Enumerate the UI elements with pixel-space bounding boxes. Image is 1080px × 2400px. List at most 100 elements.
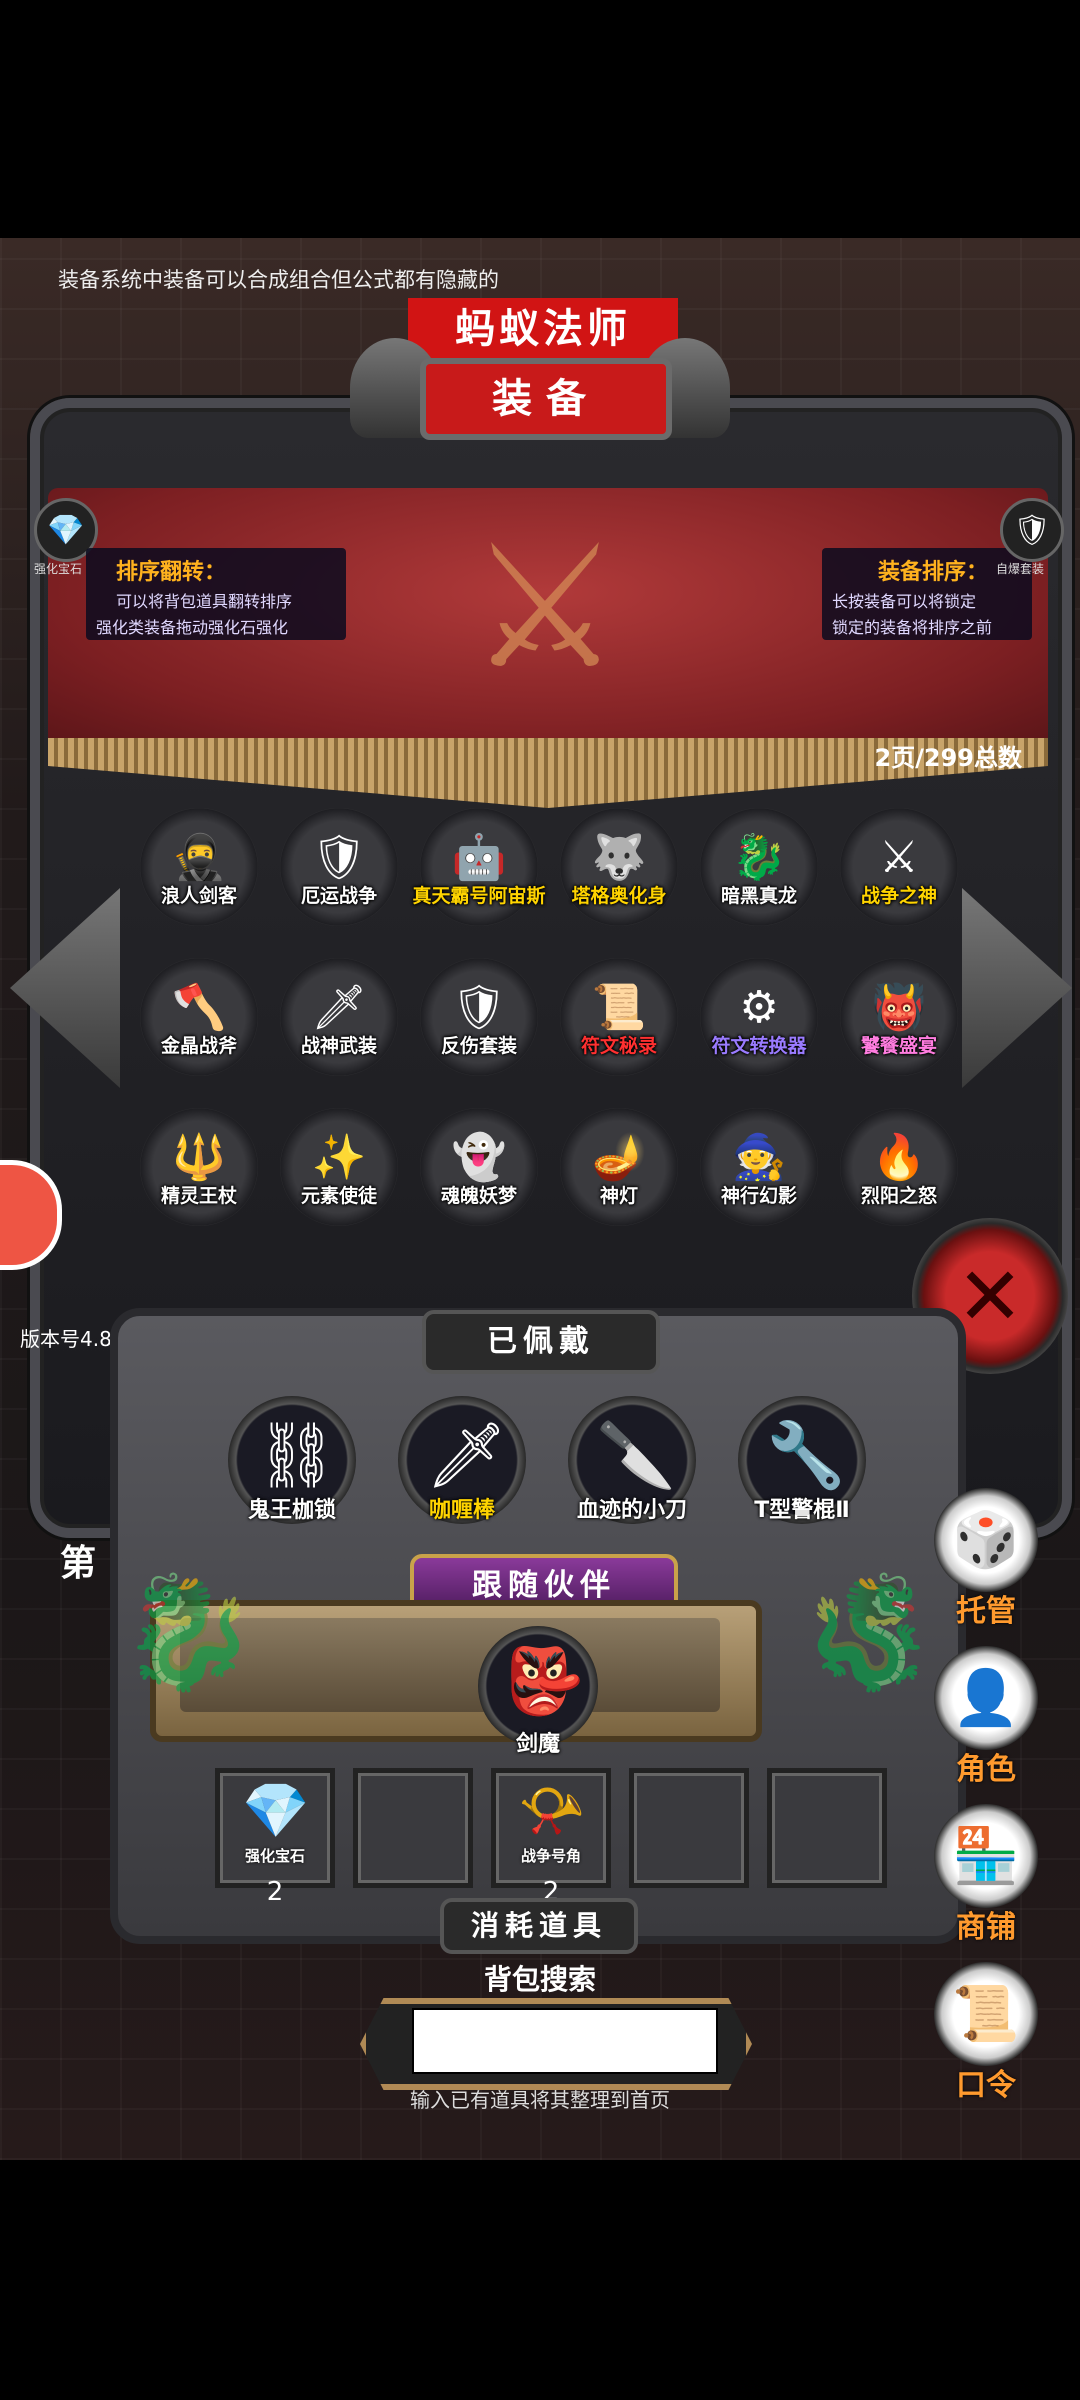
panel-title: 装备: [420, 358, 672, 440]
equipment-icon: 👻: [451, 1132, 507, 1183]
equipped-label: 咖喱棒: [428, 1498, 495, 1523]
equipped-icon: 🗡: [426, 1419, 508, 1493]
equipment-icon: 🐉: [731, 832, 787, 883]
side-button-character[interactable]: 👤 角色: [934, 1646, 1038, 1788]
equipment-slot[interactable]: 🔱 精灵王杖: [140, 1108, 258, 1226]
dice-icon: 🎲: [934, 1488, 1038, 1592]
equip-sort-line2: 锁定的装备将排序之前: [832, 618, 993, 637]
bag-slot[interactable]: [353, 1768, 473, 1888]
side-button-shop[interactable]: 🏪 商铺: [934, 1804, 1038, 1946]
character-icon: 👤: [934, 1646, 1038, 1750]
bag-row: 💎 强化宝石 2 📯 战争号角 2: [215, 1768, 895, 1918]
equipped-icon: 🔧: [766, 1419, 846, 1493]
game-scene: 装备系统中装备可以合成组合但公式都有隐藏的 ⚔ 💎 强化宝石 排序翻转： 可以将…: [0, 238, 1080, 2160]
equipment-slot[interactable]: 🛡 厄运战争: [280, 808, 398, 926]
equipment-slot[interactable]: 🛡 反伤套装: [420, 958, 538, 1076]
title-plaque: 装备: [350, 298, 730, 448]
side-button-label: 角色: [956, 1752, 1016, 1787]
partner-icon: 👺: [504, 1645, 584, 1719]
bag-slot[interactable]: [629, 1768, 749, 1888]
equipment-label: 符文秘录: [580, 1035, 657, 1057]
equipment-label: 元素使徒: [300, 1185, 377, 1207]
equipment-icon: ⚔: [879, 831, 919, 883]
partner-slot[interactable]: 👺 剑魔: [478, 1626, 598, 1757]
side-button-label: 托管: [956, 1594, 1016, 1629]
equipment-icon: 🔥: [871, 1132, 927, 1183]
side-button-label: 口令: [956, 2068, 1016, 2103]
equipped-label: 鬼王枷锁: [247, 1498, 336, 1523]
equipment-slot[interactable]: 🪓 金晶战斧: [140, 958, 258, 1076]
equipment-slot[interactable]: 🗡 战神武装: [280, 958, 398, 1076]
dragon-right-icon: 🐉: [800, 1568, 937, 1696]
equipment-label: 真天霸号阿宙斯: [412, 885, 546, 907]
equipment-label: 反伤套装: [440, 1035, 517, 1057]
equipped-slot[interactable]: 🗡 咖喱棒: [398, 1396, 526, 1524]
equipment-icon: 🛡: [311, 832, 367, 883]
bag-item-icon: 💎: [242, 1779, 310, 1842]
equipment-slot[interactable]: 🧙 神行幻影: [700, 1108, 818, 1226]
side-button-scroll[interactable]: 📜 口令: [934, 1962, 1038, 2104]
equipment-slot[interactable]: 🪔 神灯: [560, 1108, 678, 1226]
search-input[interactable]: [412, 2008, 718, 2074]
consumables-tab: 消耗道具: [440, 1898, 638, 1954]
equipment-label: 战神武装: [300, 1035, 377, 1057]
equipment-label: 神灯: [599, 1185, 638, 1207]
equipment-slot[interactable]: ✨ 元素使徒: [280, 1108, 398, 1226]
dragon-left-icon: 🐉: [120, 1568, 257, 1696]
equipment-slot[interactable]: ⚙ 符文转换器: [700, 958, 818, 1076]
equipment-icon: 🥷: [171, 832, 227, 883]
equipped-label: T型警棍Ⅱ: [754, 1498, 850, 1523]
equipment-slot[interactable]: 🐉 暗黑真龙: [700, 808, 818, 926]
side-button-label: 商铺: [956, 1910, 1016, 1945]
equipped-slot[interactable]: 🔧 T型警棍Ⅱ: [738, 1396, 866, 1524]
page-count: 2页/299总数: [874, 744, 1022, 772]
equipment-icon: 🗡: [311, 982, 367, 1033]
partial-chapter-text: 第: [60, 1543, 97, 1584]
equipment-icon: 👹: [871, 982, 927, 1033]
equipment-icon: 🪓: [171, 982, 227, 1033]
equipment-label: 饕餮盛宴: [860, 1035, 937, 1057]
equipment-slot[interactable]: 📜 符文秘录: [560, 958, 678, 1076]
equipment-label: 塔格奥化身: [571, 885, 667, 907]
bag-item-label: 战争号角: [520, 1847, 581, 1865]
equipment-label: 暗黑真龙: [720, 885, 797, 907]
equipped-icon: 🔪: [596, 1419, 676, 1493]
equipment-slot[interactable]: ⚔ 战争之神: [840, 808, 958, 926]
search-title: 背包搜索: [483, 1963, 596, 1996]
equipment-label: 魂魄妖梦: [440, 1185, 517, 1207]
equipped-slot[interactable]: ⛓ 鬼王枷锁: [228, 1396, 356, 1524]
equipped-slot[interactable]: 🔪 血迹的小刀: [568, 1396, 696, 1524]
equip-sort-title: 装备排序：: [878, 560, 989, 585]
equipment-slot[interactable]: 🤖 真天霸号阿宙斯: [412, 808, 546, 926]
equipment-label: 符文转换器: [711, 1035, 807, 1057]
side-button-dice[interactable]: 🎲 托管: [934, 1488, 1038, 1630]
equipment-label: 厄运战争: [300, 885, 377, 907]
equipment-icon: ⚙: [739, 981, 779, 1033]
equipment-icon: 🤖: [451, 832, 507, 883]
left-corner-label: 强化宝石: [34, 562, 83, 576]
bag-item-count: 2: [266, 1877, 284, 1907]
equipment-label: 浪人剑客: [160, 885, 237, 907]
bag-slot[interactable]: 📯 战争号角 2: [491, 1768, 611, 1907]
sort-reverse-title: 排序翻转：: [116, 560, 227, 585]
equipped-row: ⛓ 鬼王枷锁 🗡 咖喱棒 🔪 血迹的小刀 🔧 T型警棍Ⅱ: [228, 1396, 928, 1576]
armor-icon[interactable]: 🛡: [1000, 498, 1064, 562]
equipment-icon: 🐺: [591, 832, 647, 883]
side-buttons: 🎲 托管 👤 角色 🏪 商铺 📜 口令: [934, 1488, 1054, 2160]
equipment-slot[interactable]: 🔥 烈阳之怒: [840, 1108, 958, 1226]
equipment-slot[interactable]: 🥷 浪人剑客: [140, 808, 258, 926]
equipment-slot[interactable]: 👹 饕餮盛宴: [840, 958, 958, 1076]
equipment-label: 金晶战斧: [160, 1035, 237, 1057]
equip-sort-line1: 长按装备可以将锁定: [832, 592, 977, 611]
equipment-icon: 🪔: [591, 1132, 647, 1183]
equipment-slot[interactable]: 🐺 塔格奥化身: [560, 808, 678, 926]
bag-slot[interactable]: 💎 强化宝石 2: [215, 1768, 335, 1907]
sort-reverse-line2: 强化类装备拖动强化石强化: [96, 618, 289, 637]
search-hint: 输入已有道具将其整理到首页: [410, 2088, 670, 2112]
bag-slot[interactable]: [767, 1768, 887, 1888]
equipment-slot[interactable]: 👻 魂魄妖梦: [420, 1108, 538, 1226]
equipment-icon: 📜: [591, 982, 647, 1033]
equipped-label: 血迹的小刀: [576, 1498, 687, 1523]
equipment-label: 精灵王杖: [160, 1185, 237, 1207]
equipment-icon: 🧙: [731, 1132, 787, 1183]
